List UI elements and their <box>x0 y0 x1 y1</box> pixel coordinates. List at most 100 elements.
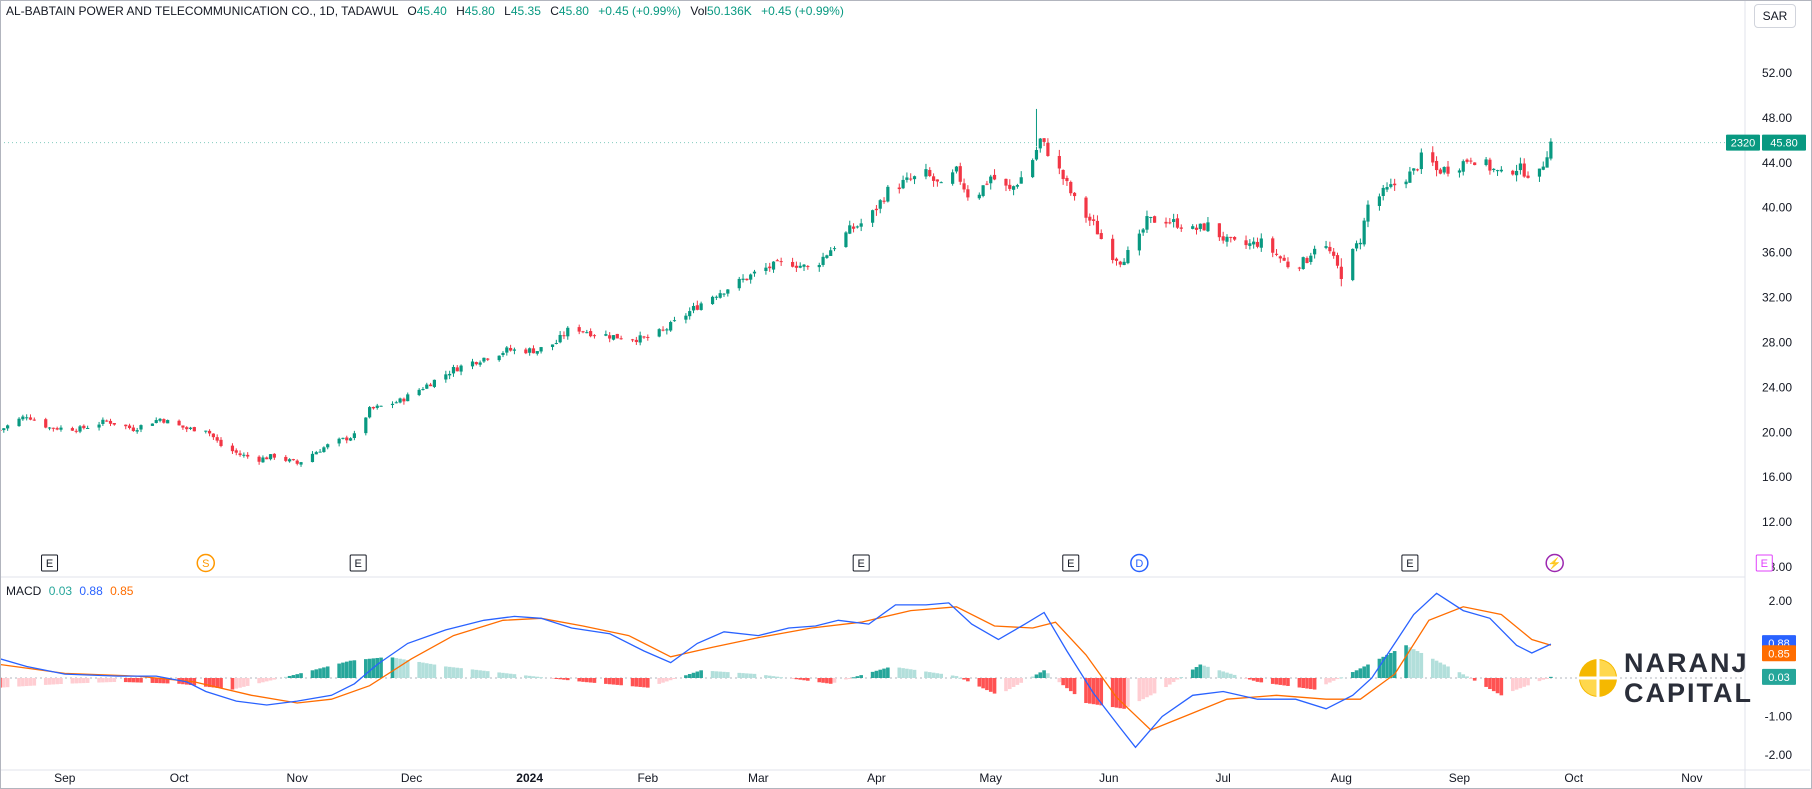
macd-histogram-bar <box>1061 678 1065 686</box>
candle-body <box>1351 248 1355 281</box>
candle-body <box>1152 216 1157 223</box>
time-axis-tick: Jul <box>1216 771 1231 785</box>
macd-histogram-bar <box>668 678 673 681</box>
macd-histogram-bar <box>1404 645 1408 678</box>
price-axis-tick: 20.00 <box>1762 425 1792 439</box>
candle-body <box>1259 238 1263 248</box>
macd-histogram-bar <box>310 670 315 678</box>
macd-histogram-bar <box>1046 673 1050 678</box>
candle-body <box>646 336 650 338</box>
candle-body <box>642 336 646 338</box>
macd-histogram-bar <box>295 674 300 678</box>
macd-histogram-bar <box>28 678 33 686</box>
candle-body <box>139 425 143 430</box>
candle-body <box>1537 168 1542 177</box>
symbol-name[interactable]: AL-BABTAIN POWER AND TELECOMMUNICATION C… <box>6 4 398 18</box>
macd-histogram-bar <box>264 678 269 682</box>
macd-histogram-bar <box>432 664 437 678</box>
candle-body <box>1385 187 1389 190</box>
currency-button[interactable]: SAR <box>1754 4 1796 28</box>
macd-histogram-bar <box>645 678 650 688</box>
candle-body <box>794 265 798 268</box>
macd-histogram-bar <box>17 678 21 687</box>
macd-histogram-bar <box>1366 664 1370 678</box>
macd-histogram-bar <box>1221 671 1225 678</box>
macd-histogram-bar <box>344 661 349 678</box>
macd-histogram-bar <box>1225 672 1229 678</box>
candle-body <box>821 256 825 265</box>
candle-body <box>1526 175 1530 178</box>
candle-body <box>1099 233 1103 240</box>
candle-body <box>718 293 722 298</box>
candle-body <box>425 384 429 389</box>
macd-histogram-bar <box>1274 678 1279 685</box>
macd-histogram-bar <box>802 678 806 681</box>
macd-legend[interactable]: MACD 0.03 0.88 0.85 <box>6 584 133 598</box>
candle-body <box>86 427 90 429</box>
macd-histogram-bar <box>112 678 117 682</box>
candle-body <box>299 462 303 465</box>
candle-body <box>1549 141 1553 159</box>
macd-histogram-bar <box>428 663 433 678</box>
macd-histogram-bar <box>847 678 852 679</box>
candle-body <box>314 452 318 455</box>
macd-histogram-bar <box>855 676 860 678</box>
candle-body <box>1141 229 1145 233</box>
macd-histogram-bar <box>234 678 239 689</box>
candle-body <box>939 182 943 184</box>
candle-body <box>859 223 863 227</box>
candle-body <box>101 419 105 424</box>
macd-histogram-bar <box>977 678 982 687</box>
candle-body <box>219 439 223 446</box>
candle-body <box>741 278 745 280</box>
candle-body <box>1309 255 1313 262</box>
time-axis-tick: Sep <box>1449 771 1471 785</box>
price-axis-tick: 32.00 <box>1762 291 1792 305</box>
macd-histogram-bar <box>70 678 75 684</box>
macd-histogram-bar <box>684 675 688 678</box>
macd-histogram-bar <box>257 678 261 684</box>
candle-body <box>501 352 505 356</box>
macd-histogram-bar <box>672 678 677 679</box>
candle-body <box>284 456 288 461</box>
candle-body <box>886 186 890 202</box>
macd-histogram-bar <box>455 667 460 678</box>
macd-histogram-bar <box>261 678 265 683</box>
candle-body <box>802 264 806 267</box>
low-label: L <box>504 4 511 18</box>
macd-histogram-bar <box>1259 678 1264 683</box>
candle-body <box>1465 159 1469 162</box>
macd-histogram-bar <box>1141 678 1145 700</box>
candle-body <box>539 347 543 352</box>
candle-body <box>1072 192 1077 197</box>
event-label: E <box>46 558 53 570</box>
candle-body <box>337 438 341 444</box>
macd-histogram-bar <box>1514 678 1519 690</box>
macd-histogram-bar <box>1301 678 1305 689</box>
close-value: 45.80 <box>558 4 589 18</box>
candle-body <box>630 339 635 341</box>
candle-body <box>181 425 185 428</box>
macd-histogram-bar <box>398 658 402 678</box>
macd-histogram-bar <box>1469 678 1473 679</box>
candle-body <box>585 332 589 334</box>
macd-histogram-bar <box>314 669 319 678</box>
candle-body <box>512 349 517 351</box>
macd-histogram-bar <box>790 678 795 679</box>
candle-body <box>345 437 349 441</box>
candle-body <box>47 427 52 429</box>
macd-histogram-bar <box>1491 678 1496 692</box>
macd-histogram-bar <box>1537 678 1542 682</box>
macd-histogram-bar <box>927 672 932 678</box>
candle-body <box>1354 243 1359 249</box>
macd-histogram-bar <box>1282 678 1286 686</box>
candle-body <box>935 179 939 182</box>
macd-histogram-bar <box>1457 672 1462 678</box>
price-axis-tick: 36.00 <box>1762 246 1792 260</box>
macd-histogram-bar <box>1362 666 1366 678</box>
macd-histogram-bar <box>710 671 715 678</box>
candle-body <box>1084 197 1088 218</box>
change-value: +0.45 (+0.99%) <box>598 4 682 18</box>
macd-histogram-bar <box>687 674 692 678</box>
candle-body <box>1442 167 1446 173</box>
